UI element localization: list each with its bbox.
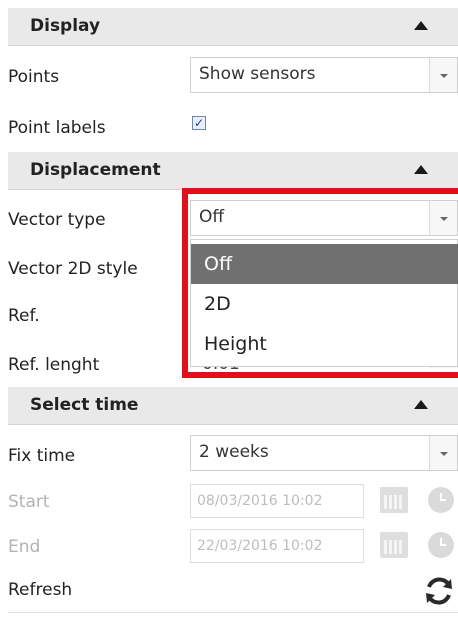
chevron-down-icon[interactable] — [429, 58, 457, 92]
point-labels-label: Point labels — [8, 118, 106, 138]
section-title: Display — [30, 16, 101, 36]
points-select[interactable]: Show sensors — [190, 57, 458, 93]
end-label: End — [8, 537, 41, 557]
start-date-value: 08/03/2016 10:02 — [197, 493, 323, 509]
clock-icon[interactable] — [428, 487, 454, 513]
refresh-icon[interactable] — [422, 574, 456, 608]
section-title: Displacement — [30, 160, 161, 180]
point-labels-checkbox[interactable]: ✓ — [192, 116, 206, 130]
chevron-down-icon[interactable] — [429, 436, 457, 470]
settings-panel: Display Points Show sensors Point labels… — [0, 0, 458, 617]
refresh-label: Refresh — [8, 580, 73, 600]
points-select-value: Show sensors — [199, 64, 316, 84]
points-label: Points — [8, 67, 60, 87]
select-time-section-header[interactable]: Select time — [8, 387, 458, 425]
highlight-box — [182, 188, 458, 378]
vector-type-label: Vector type — [8, 210, 106, 230]
collapse-triangle-icon[interactable] — [414, 400, 428, 409]
end-date-input[interactable]: 22/03/2016 10:02 — [190, 529, 364, 563]
start-label: Start — [8, 492, 50, 512]
ref-label: Ref. — [8, 306, 40, 326]
ref-length-label: Ref. lenght — [8, 355, 100, 375]
display-section-header[interactable]: Display — [8, 8, 458, 46]
start-date-input[interactable]: 08/03/2016 10:02 — [190, 484, 364, 518]
fix-time-select-value: 2 weeks — [199, 442, 269, 462]
divider — [8, 612, 458, 613]
fix-time-select[interactable]: 2 weeks — [190, 435, 458, 471]
end-date-value: 22/03/2016 10:02 — [197, 538, 323, 554]
vector-2d-style-label: Vector 2D style — [8, 259, 138, 279]
clock-icon[interactable] — [428, 532, 454, 558]
collapse-triangle-icon[interactable] — [414, 21, 428, 30]
fix-time-label: Fix time — [8, 446, 76, 466]
calendar-icon[interactable] — [380, 487, 408, 513]
displacement-section-header[interactable]: Displacement — [8, 152, 458, 190]
calendar-icon[interactable] — [380, 532, 408, 558]
section-title: Select time — [30, 395, 139, 415]
collapse-triangle-icon[interactable] — [414, 165, 428, 174]
